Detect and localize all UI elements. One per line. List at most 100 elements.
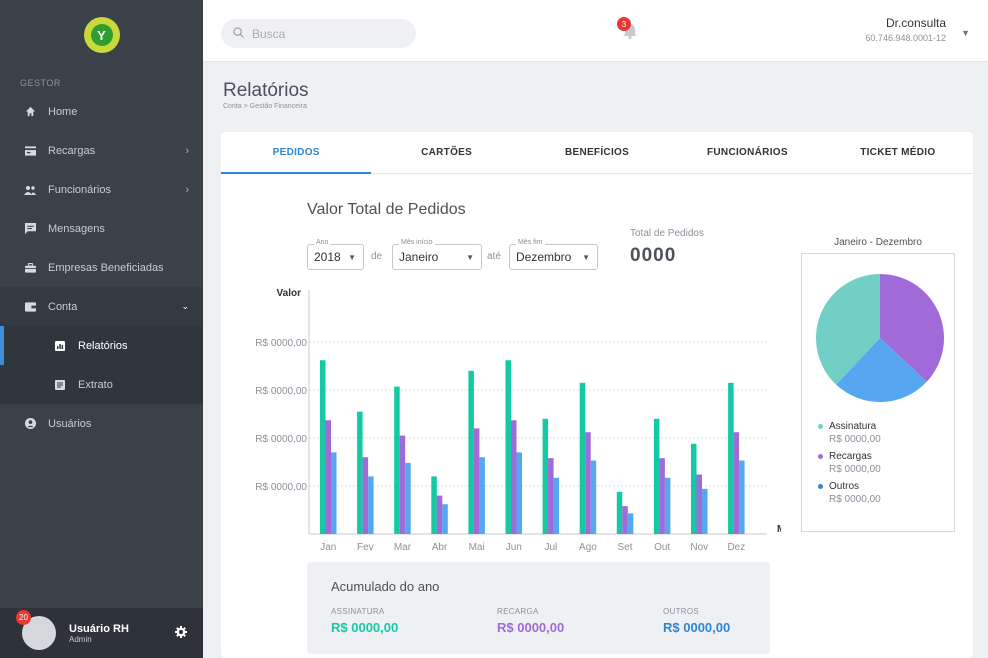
x-tick-label: Abr <box>432 542 448 553</box>
sidebar-item-mensagens[interactable]: Mensagens <box>0 209 203 248</box>
connector-ate: até <box>487 251 501 262</box>
caret-down-icon: ▼ <box>348 252 356 262</box>
credit-card-icon <box>24 145 36 157</box>
caret-down-icon[interactable]: ▼ <box>961 28 970 38</box>
sidebar-item-label: Empresas Beneficiadas <box>48 261 164 274</box>
report-tabs: PEDIDOS CARTÕES BENEFÍCIOS FUNCIONÁRIOS … <box>221 132 973 174</box>
user-notification-badge: 20 <box>16 610 31 625</box>
y-axis-label: Valor <box>277 288 302 299</box>
tab-cartoes[interactable]: CARTÕES <box>371 132 521 173</box>
bar-outros-mar <box>405 462 411 534</box>
app-logo[interactable]: Y <box>83 17 120 53</box>
pie-chart-title: Janeiro - Dezembro <box>834 237 922 248</box>
chevron-down-icon: ⌄ <box>181 301 189 311</box>
legend-label: Assinatura <box>829 421 877 432</box>
total-orders-label: Total de Pedidos <box>630 228 704 239</box>
sidebar-item-empresas[interactable]: Empresas Beneficiadas <box>0 248 203 287</box>
legend-item-recargas: Recargas R$ 0000,00 <box>818 451 881 475</box>
sidebar-item-recargas[interactable]: Recargas › <box>0 131 203 170</box>
bar-outros-set <box>627 513 634 534</box>
account-menu[interactable]: Dr.consulta 60.746.948.0001-12 <box>865 16 946 43</box>
bar-outros-ago <box>590 460 597 534</box>
bar-recargas-jan <box>325 420 331 534</box>
sidebar-section-label: GESTOR <box>20 78 61 88</box>
legend-value: R$ 0000,00 <box>829 464 881 475</box>
bar-assinatura-mar <box>394 386 400 534</box>
avatar[interactable]: 20 <box>16 610 56 650</box>
logo-area: Y <box>0 0 203 70</box>
tab-funcionarios[interactable]: FUNCIONÁRIOS <box>672 132 822 173</box>
search-icon <box>233 25 244 43</box>
legend-value: R$ 0000,00 <box>829 494 881 505</box>
tab-pedidos[interactable]: PEDIDOS <box>221 132 372 174</box>
legend-dot <box>818 454 823 459</box>
bar-assinatura-dez <box>728 382 734 534</box>
y-tick-label: R$ 0000,00 <box>255 338 307 349</box>
year-select[interactable]: Ano 2018 ▼ <box>307 239 364 270</box>
sidebar-item-label: Usuários <box>48 417 92 430</box>
month-end-value: Dezembro <box>516 250 572 264</box>
x-tick-label: Jul <box>544 542 557 553</box>
bar-assinatura-nov <box>691 443 697 534</box>
sidebar-item-label: Conta <box>48 300 78 313</box>
chevron-right-icon: › <box>185 183 189 196</box>
tab-beneficios[interactable]: BENEFÍCIOS <box>522 132 672 173</box>
bar-assinatura-ago <box>579 382 586 534</box>
account-id: 60.746.948.0001-12 <box>865 33 946 43</box>
bar-assinatura-jan <box>320 360 326 534</box>
y-tick-label: R$ 0000,00 <box>255 434 307 445</box>
month-start-value: Janeiro <box>399 250 439 264</box>
legend-label: Recargas <box>829 451 872 462</box>
x-tick-label: Mar <box>394 542 412 553</box>
bar-assinatura-fev <box>357 411 363 534</box>
pie-legend: Assinatura R$ 0000,00 Recargas R$ 0000,0… <box>818 421 881 511</box>
gear-icon[interactable] <box>175 625 187 641</box>
page-title: Relatórios <box>223 80 309 101</box>
sidebar-item-conta[interactable]: Conta ⌄ <box>0 287 203 326</box>
sidebar-item-label: Mensagens <box>48 222 105 235</box>
sidebar-item-funcionarios[interactable]: Funcionários › <box>0 170 203 209</box>
sidebar-item-label: Recargas <box>48 144 96 157</box>
account-name: Dr.consulta <box>885 16 946 30</box>
search-input[interactable] <box>252 26 402 41</box>
sidebar-item-label: Home <box>48 105 78 118</box>
top-bar: 3 Dr.consulta 60.746.948.0001-12 ▼ <box>203 0 988 62</box>
sidebar-item-usuarios[interactable]: Usuários <box>0 404 203 443</box>
summary-recarga: RECARGA R$ 0000,00 <box>497 607 564 635</box>
user-panel: 20 Usuário RH Admin <box>0 608 203 658</box>
breadcrumb[interactable]: Conta > Gestão Financeira <box>223 103 307 110</box>
sidebar-subitem-extrato[interactable]: Extrato <box>0 365 203 404</box>
month-start-label: Mês início <box>399 239 435 246</box>
month-start-select[interactable]: Mês início Janeiro ▼ <box>392 239 482 270</box>
message-icon <box>24 223 36 235</box>
connector-de: de <box>371 251 383 262</box>
bar-assinatura-abr <box>431 476 437 534</box>
user-role: Admin <box>69 634 92 644</box>
year-summary: Acumulado do ano ASSINATURA R$ 0000,00 R… <box>307 562 770 654</box>
tab-ticket-medio[interactable]: TICKET MÉDIO <box>823 132 973 173</box>
caret-down-icon: ▼ <box>582 252 590 262</box>
x-tick-label: Nov <box>690 542 708 553</box>
x-tick-label: Mai <box>469 542 485 553</box>
year-select-label: Ano <box>314 239 331 246</box>
bar-recargas-jul <box>548 458 554 534</box>
x-tick-label: Jan <box>320 542 336 553</box>
user-circle-icon <box>24 418 36 430</box>
summary-value: R$ 0000,00 <box>663 620 731 635</box>
bar-recargas-mar <box>399 435 406 534</box>
month-end-select[interactable]: Mês fim Dezembro ▼ <box>509 239 598 270</box>
sidebar-item-home[interactable]: Home <box>0 92 203 131</box>
bar-outros-dez <box>739 460 745 534</box>
legend-dot <box>818 484 823 489</box>
summary-assinatura: ASSINATURA R$ 0000,00 <box>331 607 398 635</box>
bar-assinatura-jul <box>542 418 549 534</box>
bar-outros-jun <box>516 452 522 534</box>
bar-outros-mai <box>479 457 485 534</box>
report-icon <box>54 340 66 352</box>
sidebar-subitem-relatorios[interactable]: Relatórios <box>0 326 203 365</box>
sidebar-subitem-label: Relatórios <box>78 339 128 352</box>
y-tick-label: R$ 0000,00 <box>255 386 307 397</box>
bar-recargas-ago <box>585 432 591 534</box>
user-name: Usuário RH <box>69 622 129 635</box>
notification-count-badge: 3 <box>617 17 631 31</box>
